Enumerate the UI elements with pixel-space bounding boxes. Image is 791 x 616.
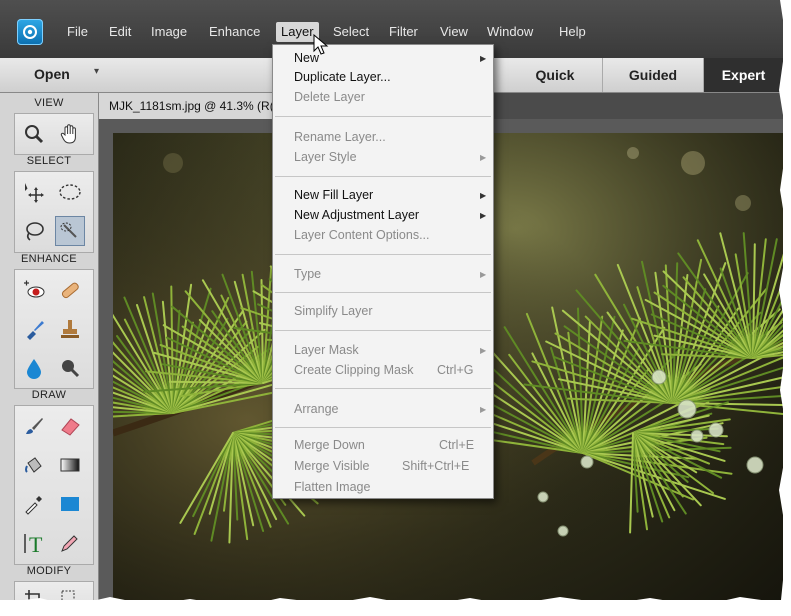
- gradient-icon[interactable]: [55, 450, 85, 480]
- shortcut-shift-ctrl-e: Shift+Ctrl+E: [402, 459, 470, 473]
- mode-guided-tab[interactable]: Guided: [602, 58, 704, 92]
- blur-icon[interactable]: [19, 353, 49, 383]
- paint-bucket-icon[interactable]: [19, 450, 49, 480]
- menu-select[interactable]: Select: [333, 24, 369, 40]
- submenu-arrow-icon: ▶: [480, 270, 487, 279]
- menu-enhance[interactable]: Enhance: [209, 24, 260, 40]
- open-button[interactable]: Open ▾: [12, 64, 99, 86]
- menu-item-layer-mask[interactable]: Layer Mask: [294, 343, 359, 357]
- menu-item-rename-layer[interactable]: Rename Layer...: [294, 130, 386, 144]
- pencil-icon[interactable]: [55, 528, 85, 558]
- menu-file[interactable]: File: [67, 24, 88, 40]
- mode-quick-tab[interactable]: Quick: [510, 58, 600, 92]
- type-icon[interactable]: T: [19, 528, 49, 558]
- submenu-arrow-icon: ▶: [480, 211, 487, 220]
- smart-brush-icon[interactable]: [19, 314, 49, 344]
- brush-icon[interactable]: [19, 411, 49, 441]
- submenu-arrow-icon: ▶: [480, 191, 487, 200]
- mode-expert-tab[interactable]: Expert: [704, 58, 783, 92]
- move-icon[interactable]: [19, 177, 49, 207]
- eyedropper-icon[interactable]: [19, 489, 49, 519]
- submenu-arrow-icon: ▶: [480, 54, 487, 63]
- modify-tools: [14, 581, 94, 600]
- chevron-down-icon[interactable]: ▾: [94, 66, 99, 77]
- enhance-tools: [14, 269, 94, 389]
- mouse-cursor-icon: [313, 34, 329, 55]
- menu-filter[interactable]: Filter: [389, 24, 418, 40]
- menu-separator: [275, 330, 491, 331]
- menu-item-duplicate-layer[interactable]: Duplicate Layer...: [294, 70, 391, 84]
- menu-item-simplify-layer[interactable]: Simplify Layer: [294, 304, 373, 318]
- submenu-arrow-icon: ▶: [480, 346, 487, 355]
- svg-text:T: T: [29, 532, 43, 555]
- menu-item-new-fill-layer[interactable]: New Fill Layer: [294, 188, 373, 202]
- menu-item-layer-style[interactable]: Layer Style: [294, 150, 357, 164]
- menu-separator: [275, 388, 491, 389]
- healing-brush-icon[interactable]: [55, 275, 85, 305]
- sponge-icon[interactable]: [55, 353, 85, 383]
- hand-icon[interactable]: [55, 119, 85, 149]
- layer-menu-dropdown: New ▶ Duplicate Layer... Delete Layer Re…: [272, 44, 494, 499]
- menu-image[interactable]: Image: [151, 24, 187, 40]
- shape-icon[interactable]: [55, 489, 85, 519]
- menu-separator: [275, 116, 491, 117]
- menu-item-merge-down[interactable]: Merge Down: [294, 438, 365, 452]
- section-select-title: SELECT: [26, 155, 72, 167]
- submenu-arrow-icon: ▶: [480, 153, 487, 162]
- app-window: File Edit Image Enhance Layer Select Fil…: [0, 0, 783, 600]
- menu-item-merge-visible[interactable]: Merge Visible: [294, 459, 370, 473]
- menu-item-type[interactable]: Type: [294, 267, 321, 281]
- menu-item-create-clipping-mask[interactable]: Create Clipping Mask: [294, 363, 414, 377]
- section-view-title: VIEW: [34, 97, 64, 109]
- menu-separator: [275, 176, 491, 177]
- menu-separator: [275, 254, 491, 255]
- menu-separator: [275, 292, 491, 293]
- red-eye-icon[interactable]: [19, 275, 49, 305]
- select-tools: [14, 171, 94, 253]
- menu-item-flatten-image[interactable]: Flatten Image: [294, 480, 370, 494]
- quick-selection-icon[interactable]: [55, 216, 85, 246]
- crop-icon[interactable]: [19, 584, 49, 600]
- menu-window[interactable]: Window: [487, 24, 533, 40]
- lasso-icon[interactable]: [19, 216, 49, 246]
- app-logo[interactable]: [17, 19, 43, 45]
- draw-tools: T: [14, 405, 94, 565]
- clone-stamp-icon[interactable]: [55, 314, 85, 344]
- shortcut-ctrl-g: Ctrl+G: [437, 363, 474, 377]
- shortcut-ctrl-e: Ctrl+E: [439, 438, 475, 452]
- menu-view[interactable]: View: [440, 24, 468, 40]
- tools-panel: VIEW SELECT ENHANCE DRAW T MODIFY: [0, 93, 99, 600]
- menu-item-layer-content-options[interactable]: Layer Content Options...: [294, 228, 430, 242]
- menu-help[interactable]: Help: [559, 24, 586, 40]
- zoom-icon[interactable]: [19, 119, 49, 149]
- menu-item-delete-layer[interactable]: Delete Layer: [294, 90, 365, 104]
- menu-item-new-adjustment-layer[interactable]: New Adjustment Layer: [294, 208, 419, 222]
- section-enhance-title: ENHANCE: [21, 253, 77, 265]
- menu-separator: [275, 427, 491, 428]
- recompose-icon[interactable]: [55, 584, 85, 600]
- view-tools: [14, 113, 94, 155]
- menu-edit[interactable]: Edit: [109, 24, 131, 40]
- marquee-icon[interactable]: [55, 177, 85, 207]
- menu-item-arrange[interactable]: Arrange: [294, 402, 338, 416]
- open-button-label: Open: [34, 66, 70, 82]
- elements-logo-icon: [23, 25, 37, 39]
- submenu-arrow-icon: ▶: [480, 405, 487, 414]
- section-modify-title: MODIFY: [26, 565, 72, 577]
- section-draw-title: DRAW: [31, 389, 67, 401]
- eraser-icon[interactable]: [55, 411, 85, 441]
